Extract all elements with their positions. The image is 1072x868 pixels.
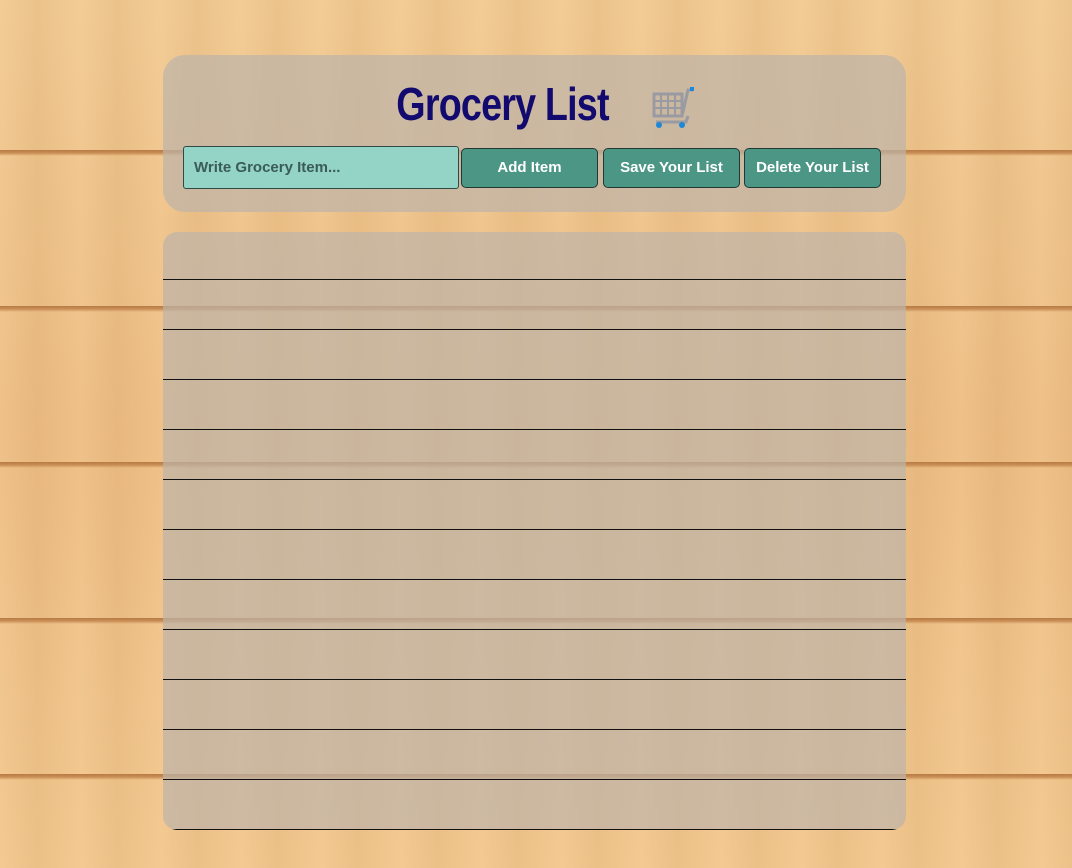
- list-row-divider: [163, 629, 906, 630]
- grocery-list: [163, 232, 906, 830]
- list-row-divider: [163, 779, 906, 780]
- grocery-item-input[interactable]: Write Grocery Item...: [183, 146, 459, 189]
- save-list-button[interactable]: Save Your List: [603, 148, 740, 188]
- list-row-divider: [163, 529, 906, 530]
- delete-list-button[interactable]: Delete Your List: [744, 148, 881, 188]
- add-item-button[interactable]: Add Item: [461, 148, 598, 188]
- list-row-divider: [163, 429, 906, 430]
- page-title: Grocery List: [163, 77, 906, 131]
- list-row-divider: [163, 279, 906, 280]
- list-row-divider: [163, 679, 906, 680]
- list-row-divider: [163, 329, 906, 330]
- list-row-divider: [163, 479, 906, 480]
- list-row-divider: [163, 829, 906, 830]
- list-row-divider: [163, 379, 906, 380]
- shopping-cart-icon: [652, 86, 694, 128]
- header-panel: Grocery List Write Grocery Item... Add I…: [163, 55, 906, 212]
- list-row-divider: [163, 579, 906, 580]
- list-row-divider: [163, 729, 906, 730]
